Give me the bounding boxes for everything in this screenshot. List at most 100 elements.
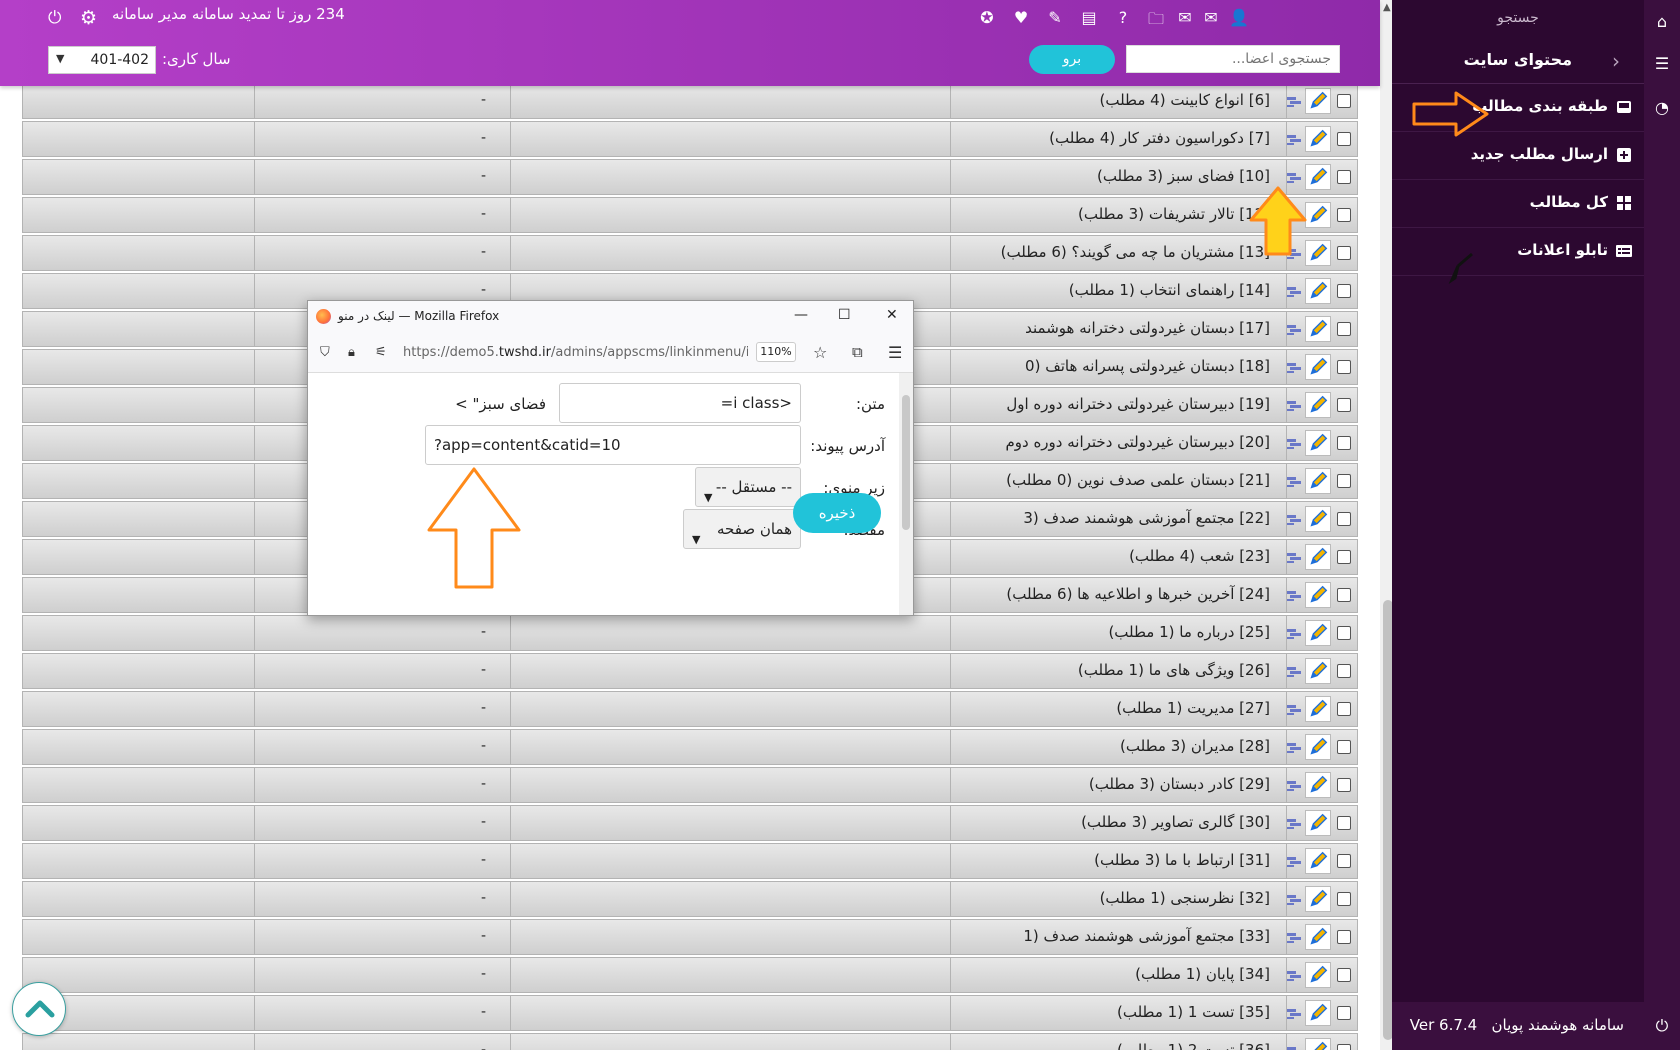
dashboard-icon[interactable]: ◔ [1652,98,1672,118]
category-title[interactable]: [36] تست 2 (1 مطلب) [951,1034,1287,1050]
menu-link-icon[interactable] [1287,743,1301,753]
edit-pencil-icon[interactable] [1305,88,1331,114]
menu-link-icon[interactable] [1287,97,1301,107]
category-title[interactable]: [31] ارتباط با ما (3 مطلب) [951,844,1287,878]
row-checkbox[interactable] [1337,132,1351,146]
row-checkbox[interactable] [1337,398,1351,412]
inbox-icon[interactable]: ▤ [1078,8,1100,27]
menu-link-icon[interactable] [1287,477,1301,487]
popup-scrollbar-thumb[interactable] [902,395,910,530]
row-checkbox[interactable] [1337,550,1351,564]
row-checkbox[interactable] [1337,360,1351,374]
category-title[interactable]: [35] تست 1 (1 مطلب) [951,996,1287,1030]
category-title[interactable]: [26] ویژگی های ما (1 مطلب) [951,654,1287,688]
edit-pencil-icon[interactable] [1305,924,1331,950]
edit-pencil-icon[interactable] [1305,506,1331,532]
edit-pencil-icon[interactable] [1305,1038,1331,1050]
row-checkbox[interactable] [1337,170,1351,184]
row-checkbox[interactable] [1337,208,1351,222]
row-checkbox[interactable] [1337,892,1351,906]
award-icon[interactable]: ✪ [976,8,998,27]
edit-pencil-icon[interactable] [1305,696,1331,722]
star-icon[interactable]: ☆ [813,343,827,362]
category-title[interactable]: [25] درباره ما (1 مطلب) [951,616,1287,650]
edit-pencil-icon[interactable] [1305,962,1331,988]
row-checkbox[interactable] [1337,512,1351,526]
category-title[interactable]: [21] دبستان علمی صدف نوین (0 مطلب) [951,464,1287,498]
menu-link-icon[interactable] [1287,705,1301,715]
maximize-icon[interactable]: ☐ [838,307,851,323]
row-checkbox[interactable] [1337,626,1351,640]
edit-pencil-icon[interactable] [1305,316,1331,342]
menu-link-icon[interactable] [1287,629,1301,639]
lock-icon[interactable]: 🔒︎ [348,345,355,360]
menu-link-icon[interactable] [1287,173,1301,183]
category-title[interactable]: [20] دبیرستان غیردولتی دخترانه دوره دوم [951,426,1287,460]
category-title[interactable]: [33] مجتمع آموزشی هوشمند صدف (1 [951,920,1287,954]
category-title[interactable]: [7] دکوراسیون دفتر کار (4 مطلب) [951,122,1287,156]
sidebar-section-header[interactable]: محتوای سایت ‹ [1392,40,1644,84]
category-title[interactable]: [24] آخرین خبرها و اطلاعیه ها (6 مطلب) [951,578,1287,612]
close-icon[interactable]: ✕ [886,307,898,323]
text-input[interactable]: <i class= [559,383,801,423]
edit-pencil-icon[interactable] [1305,772,1331,798]
link-url-input[interactable]: ?app=content&catid=10 [425,425,801,465]
row-checkbox[interactable] [1337,740,1351,754]
category-title[interactable]: [14] راهنمای انتخاب (1 مطلب) [951,274,1287,308]
sidebar-item-notice-board[interactable]: تابلو اعلانات [1392,228,1644,276]
row-checkbox[interactable] [1337,930,1351,944]
save-button[interactable]: ذخیره [793,493,881,533]
category-title[interactable]: [23] شعب (4 مطلب) [951,540,1287,574]
edit-pencil-icon[interactable] [1305,810,1331,836]
menu-link-icon[interactable] [1287,325,1301,335]
mail-dropdown-icon[interactable]: ✉ [1200,8,1222,27]
menu-link-icon[interactable] [1287,439,1301,449]
edit-pencil-icon[interactable] [1305,240,1331,266]
power-icon[interactable]: ⏻ [48,8,61,28]
category-title[interactable]: [18] دبستان غیردولتی پسرانه هاتف (0 [951,350,1287,384]
category-title[interactable]: [13] مشتریان ما چه می گویند؟ (6 مطلب) [951,236,1287,270]
menu-link-icon[interactable] [1287,401,1301,411]
edit-pencil-icon[interactable] [1305,734,1331,760]
user-settings-icon[interactable]: 👤 [1228,8,1250,27]
go-button[interactable]: برو [1029,45,1115,74]
settings-gear-icon[interactable]: ⚙ [80,7,97,29]
row-checkbox[interactable] [1337,436,1351,450]
row-checkbox[interactable] [1337,816,1351,830]
edit-pencil-icon[interactable] [1305,1000,1331,1026]
edit-pencil-icon[interactable] [1305,544,1331,570]
menu-link-icon[interactable] [1287,363,1301,373]
back-to-top-button[interactable] [12,982,66,1036]
row-checkbox[interactable] [1337,588,1351,602]
sidebar-item-new-post[interactable]: ارسال مطلب جدید [1392,132,1644,180]
edit-pencil-icon[interactable] [1305,354,1331,380]
edit-pencil-icon[interactable] [1305,164,1331,190]
edit-pencil-icon[interactable] [1305,202,1331,228]
menu-link-icon[interactable] [1287,135,1301,145]
edit-pencil-icon[interactable] [1305,392,1331,418]
help-icon[interactable]: ? [1112,8,1134,27]
row-checkbox[interactable] [1337,322,1351,336]
edit-pencil-icon[interactable] [1305,278,1331,304]
url-field[interactable]: https://demo5.twshd.ir/admins/appscms/li… [403,345,748,360]
menu-link-icon[interactable] [1287,781,1301,791]
popup-scrollbar[interactable] [899,373,913,615]
category-title[interactable]: [30] گالری تصاویر (3 مطلب) [951,806,1287,840]
minimize-icon[interactable]: — [794,307,808,323]
row-checkbox[interactable] [1337,854,1351,868]
edit-pencil-icon[interactable] [1305,658,1331,684]
category-title[interactable]: [32] نظرسنجی (1 مطلب) [951,882,1287,916]
row-checkbox[interactable] [1337,1006,1351,1020]
mail-icon[interactable]: ✉ [1174,8,1196,27]
row-checkbox[interactable] [1337,474,1351,488]
category-title[interactable]: [22] مجتمع آموزشی هوشمند صدف (3 [951,502,1287,536]
edit-icon[interactable]: ✎ [1044,8,1066,27]
target-select[interactable]: همان صفحه ▼ [683,509,801,549]
row-checkbox[interactable] [1337,664,1351,678]
row-checkbox[interactable] [1337,968,1351,982]
category-title[interactable]: [28] مدیران (3 مطلب) [951,730,1287,764]
menu-link-icon[interactable] [1287,933,1301,943]
sidebar-search[interactable]: جستجو [1392,10,1644,26]
shield-icon[interactable]: ⛉ [320,345,330,360]
edit-pencil-icon[interactable] [1305,468,1331,494]
